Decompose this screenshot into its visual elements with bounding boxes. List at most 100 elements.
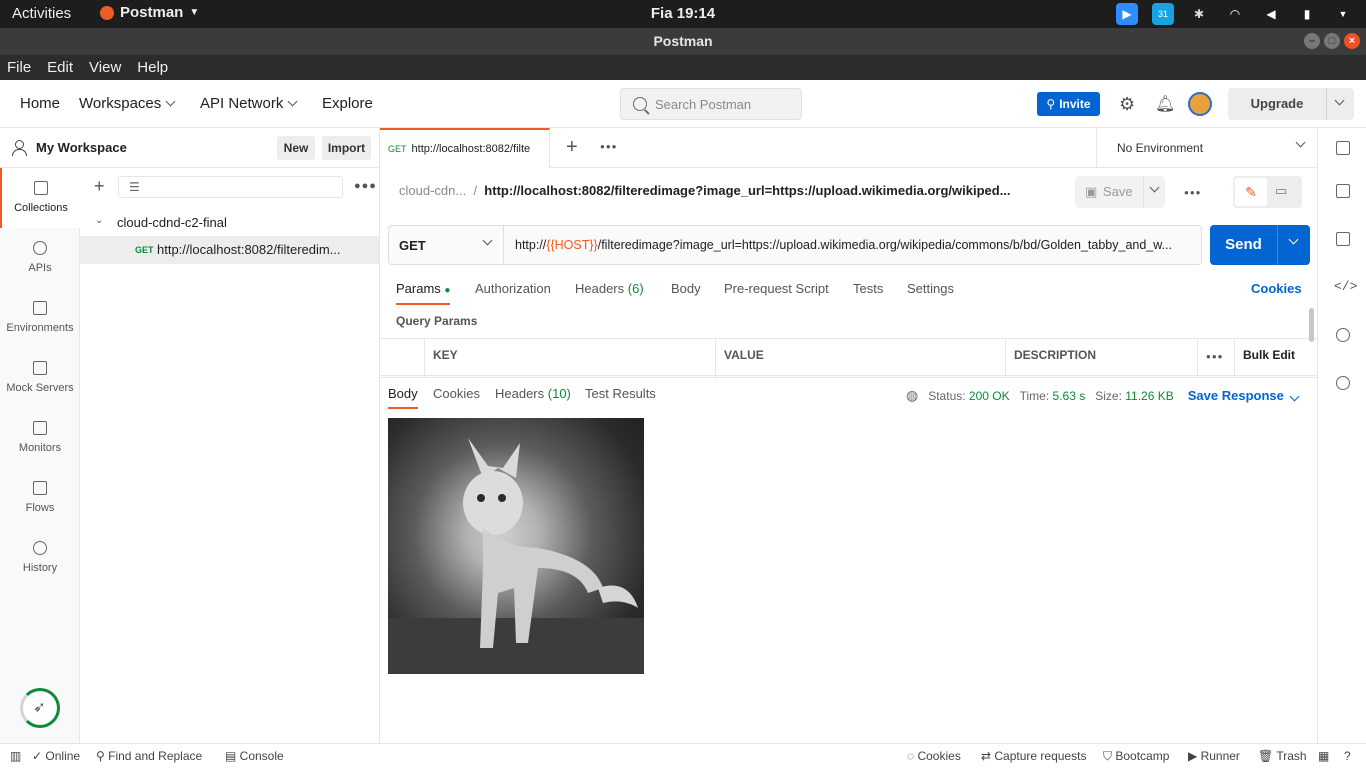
environment-quick-look-icon[interactable]: [1336, 141, 1350, 155]
close-icon[interactable]: ×: [1344, 33, 1360, 49]
collection-item[interactable]: ⌄ cloud-cdnd-c2-final: [80, 210, 379, 238]
pane-divider[interactable]: [380, 377, 1317, 378]
chevron-down-icon[interactable]: [1288, 234, 1299, 245]
tab-active-request[interactable]: GET http://localhost:8082/filte: [380, 128, 550, 168]
rail-item-environments[interactable]: Environments: [0, 288, 80, 348]
volume-icon[interactable]: ◀: [1260, 3, 1282, 25]
system-menu-caret-icon[interactable]: ▼: [1332, 3, 1354, 25]
workspace-name[interactable]: My Workspace: [36, 140, 127, 155]
menu-view[interactable]: View: [82, 59, 130, 76]
comments-icon[interactable]: [1336, 232, 1350, 246]
url-input[interactable]: http://{{HOST}}/filteredimage?image_url=…: [515, 238, 1195, 252]
import-button[interactable]: Import: [322, 136, 371, 160]
size-value[interactable]: 11.26 KB: [1125, 389, 1173, 403]
info-icon[interactable]: [1336, 328, 1350, 342]
tab-body[interactable]: Body: [671, 281, 701, 296]
tab-params[interactable]: Params ●: [396, 281, 451, 305]
activities-button[interactable]: Activities: [12, 5, 71, 22]
runner-button[interactable]: ▶ Runner: [1188, 749, 1240, 763]
chevron-down-icon: ⌄: [95, 215, 104, 226]
two-pane-icon[interactable]: ▦: [1318, 749, 1329, 763]
save-response-button[interactable]: Save Response: [1188, 388, 1300, 403]
find-replace-button[interactable]: ⚲ Find and Replace: [96, 749, 202, 763]
rail-item-apis[interactable]: APIs: [0, 228, 80, 288]
bulk-edit-button[interactable]: Bulk Edit: [1234, 339, 1310, 377]
capture-requests-button[interactable]: ⇄ Capture requests: [981, 749, 1086, 763]
menu-file[interactable]: File: [0, 59, 40, 76]
tab-authorization[interactable]: Authorization: [475, 281, 551, 296]
rocket-icon[interactable]: ➶: [20, 688, 60, 728]
more-options-icon[interactable]: ●●●: [354, 180, 377, 192]
breadcrumb-collection[interactable]: cloud-cdn...: [399, 183, 466, 198]
trash-button[interactable]: 🗑︎ Trash: [1258, 749, 1307, 763]
menu-edit[interactable]: Edit: [40, 59, 82, 76]
bootcamp-label: Bootcamp: [1115, 749, 1170, 763]
comment-icon[interactable]: ▭: [1275, 183, 1287, 199]
battery-icon[interactable]: ▮: [1296, 3, 1318, 25]
cookies-button[interactable]: ◌ Cookies: [907, 749, 961, 763]
save-button[interactable]: ▣ Save: [1075, 176, 1165, 208]
minimize-icon[interactable]: –: [1304, 33, 1320, 49]
upgrade-button[interactable]: Upgrade: [1228, 88, 1354, 120]
calendar-icon[interactable]: 31: [1152, 3, 1174, 25]
toggle-sidebar-icon[interactable]: ▥: [10, 749, 21, 763]
rail-item-collections[interactable]: Collections: [0, 168, 80, 228]
notifications-bell-icon[interactable]: 🔔︎: [1155, 94, 1175, 114]
time-value[interactable]: 5.63 s: [1053, 389, 1086, 403]
online-status[interactable]: ✓ Online: [32, 749, 80, 763]
lightbulb-icon[interactable]: [1336, 376, 1350, 390]
search-input[interactable]: Search Postman: [620, 88, 802, 120]
add-collection-icon[interactable]: +: [94, 177, 105, 195]
more-tabs-icon[interactable]: ●●●: [600, 142, 618, 151]
response-image: [388, 418, 644, 674]
wifi-icon[interactable]: ◠: [1224, 3, 1246, 25]
chevron-down-icon[interactable]: [1149, 182, 1160, 193]
documentation-icon[interactable]: [1336, 184, 1350, 198]
settings-gear-icon[interactable]: ⚙: [1119, 94, 1135, 115]
environment-selector[interactable]: No Environment: [1096, 128, 1317, 168]
rail-item-mock-servers[interactable]: Mock Servers: [0, 348, 80, 408]
new-tab-plus-icon[interactable]: +: [566, 137, 578, 157]
invite-button[interactable]: ⚲ Invite: [1037, 92, 1100, 116]
help-icon[interactable]: ?: [1344, 749, 1351, 763]
response-tab-headers[interactable]: Headers (10): [495, 386, 571, 401]
breadcrumb-request[interactable]: http://localhost:8082/filteredimage?imag…: [484, 183, 1010, 198]
cookies-link[interactable]: Cookies: [1251, 281, 1302, 296]
method-selector[interactable]: GET: [389, 226, 504, 264]
edit-pencil-icon[interactable]: ✎: [1235, 178, 1267, 206]
tab-prerequest-script[interactable]: Pre-request Script: [724, 281, 829, 296]
response-tab-test-results[interactable]: Test Results: [585, 386, 656, 401]
filter-input[interactable]: ☰: [118, 176, 343, 198]
rail-item-flows[interactable]: Flows: [0, 468, 80, 528]
request-more-icon[interactable]: ●●●: [1184, 188, 1202, 197]
bootcamp-button[interactable]: ⛉ Bootcamp: [1103, 749, 1169, 764]
rail-item-history[interactable]: History: [0, 528, 80, 588]
console-button[interactable]: ▤ Console: [225, 749, 284, 763]
params-scrollbar[interactable]: [1309, 308, 1314, 342]
app-menu[interactable]: Postman ▼: [100, 4, 199, 21]
tab-settings[interactable]: Settings: [907, 281, 954, 296]
maximize-icon[interactable]: □: [1324, 33, 1340, 49]
workspaces-menu[interactable]: Workspaces: [79, 95, 176, 112]
code-icon[interactable]: </>: [1334, 279, 1357, 294]
request-item[interactable]: GET http://localhost:8082/filteredim...: [80, 236, 379, 264]
explore-link[interactable]: Explore: [322, 95, 373, 112]
response-tab-body[interactable]: Body: [388, 386, 418, 409]
slack-icon[interactable]: ✱: [1188, 3, 1210, 25]
params-more-icon[interactable]: ●●●: [1197, 339, 1234, 377]
menu-help[interactable]: Help: [130, 59, 177, 76]
send-button[interactable]: Send: [1210, 225, 1310, 265]
zoom-icon[interactable]: ▶: [1116, 3, 1138, 25]
status-value[interactable]: 200 OK: [969, 389, 1010, 403]
tab-tests[interactable]: Tests: [853, 281, 883, 296]
response-tab-cookies[interactable]: Cookies: [433, 386, 480, 401]
rail-item-monitors[interactable]: Monitors: [0, 408, 80, 468]
api-network-menu[interactable]: API Network: [200, 95, 298, 112]
tab-headers[interactable]: Headers (6): [575, 281, 644, 296]
search-placeholder: Search Postman: [655, 96, 752, 112]
avatar[interactable]: [1188, 92, 1212, 116]
home-link[interactable]: Home: [20, 95, 60, 112]
chevron-down-icon[interactable]: [1334, 95, 1345, 106]
new-button[interactable]: New: [277, 136, 315, 160]
globe-icon[interactable]: ◍: [906, 387, 918, 404]
